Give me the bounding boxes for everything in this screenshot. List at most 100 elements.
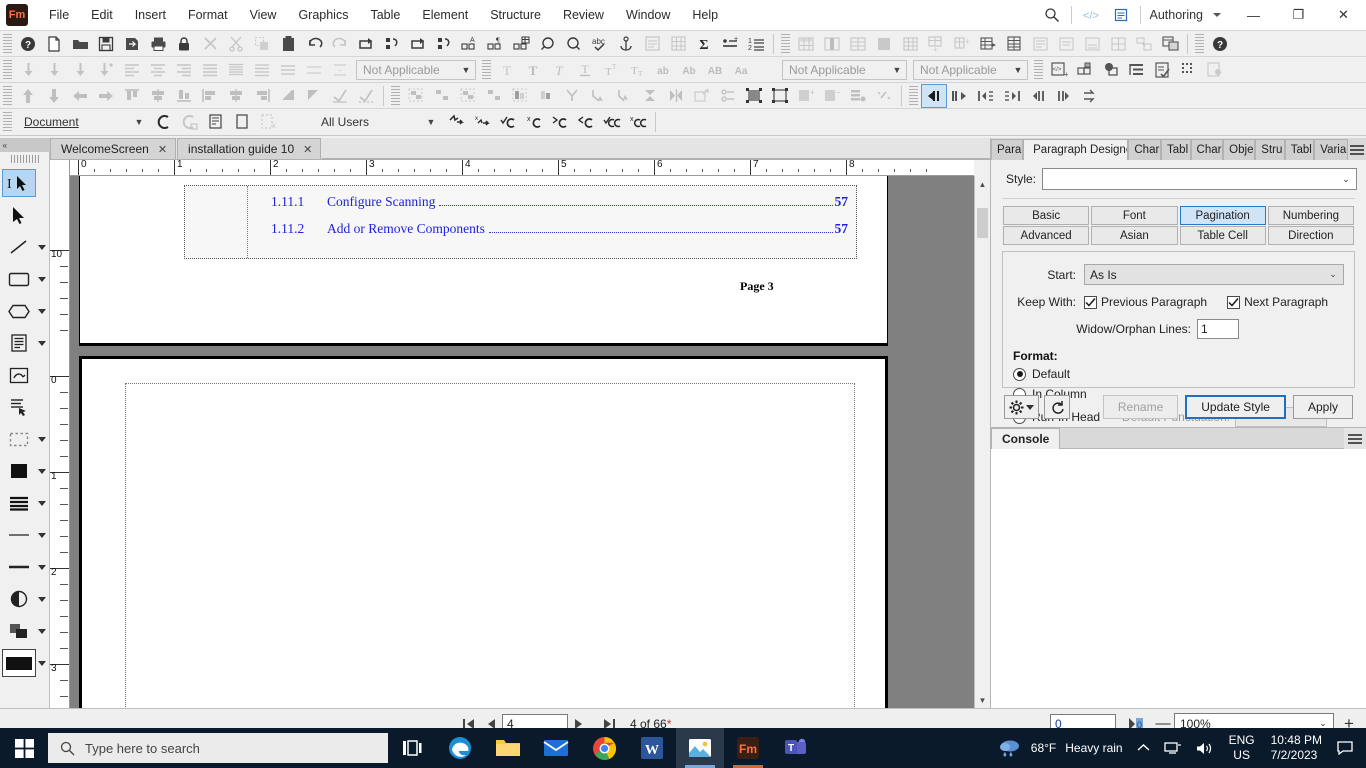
menu-review[interactable]: Review bbox=[552, 3, 615, 27]
start-button[interactable] bbox=[0, 728, 48, 768]
polygon-tool[interactable] bbox=[2, 297, 36, 325]
scroll-track[interactable] bbox=[975, 192, 990, 692]
scroll-thumb[interactable] bbox=[977, 208, 988, 238]
open-icon[interactable] bbox=[67, 32, 93, 56]
scroll-down-button[interactable]: ▼ bbox=[975, 692, 990, 708]
insert-pilcrow-icon[interactable]: ¶ bbox=[483, 32, 509, 56]
polygon-tool-menu[interactable] bbox=[36, 297, 48, 325]
line-style-tool[interactable] bbox=[2, 585, 36, 613]
new-document-icon[interactable] bbox=[41, 32, 67, 56]
toolbar-grip[interactable] bbox=[3, 85, 12, 106]
taskbar-word-icon[interactable]: W bbox=[628, 728, 676, 768]
widow-orphan-input[interactable]: 1 bbox=[1197, 319, 1239, 339]
document-vertical-scrollbar[interactable]: ▲ ▼ bbox=[974, 176, 990, 708]
track-changes-icon[interactable] bbox=[151, 110, 177, 134]
pod-tab-table-catalog[interactable]: Tabl bbox=[1161, 139, 1191, 160]
line-width-thick-tool[interactable] bbox=[2, 553, 36, 581]
insert-shape-icon[interactable] bbox=[1098, 58, 1124, 82]
volume-icon[interactable] bbox=[1189, 728, 1221, 768]
freehand-tool[interactable] bbox=[2, 361, 36, 389]
next-change-icon[interactable] bbox=[443, 110, 469, 134]
line-width-thin-menu[interactable] bbox=[36, 521, 48, 549]
document-canvas[interactable]: 1.11.1 Configure Scanning 57 1.11.2 Add … bbox=[70, 176, 974, 708]
refresh-icon[interactable] bbox=[379, 32, 405, 56]
taskbar-mail-icon[interactable] bbox=[532, 728, 580, 768]
chevron-down-icon[interactable]: ⌄ bbox=[1338, 174, 1354, 185]
console-tab[interactable]: Console bbox=[991, 428, 1061, 449]
insert-anchor-a-icon[interactable]: A bbox=[457, 32, 483, 56]
undo-icon[interactable] bbox=[301, 32, 327, 56]
taskbar-photos-icon[interactable] bbox=[676, 728, 724, 768]
style-select[interactable]: ⌄ bbox=[1042, 168, 1357, 190]
radio-button[interactable] bbox=[1013, 367, 1026, 381]
line-tool-menu[interactable] bbox=[36, 233, 48, 261]
users-combo[interactable]: All Users ▼ bbox=[315, 112, 440, 132]
pod-tab-character-designer[interactable]: Char bbox=[1190, 139, 1224, 160]
previous-comment-icon[interactable] bbox=[573, 110, 599, 134]
fill-color-menu[interactable] bbox=[36, 457, 48, 485]
tab-table-cell[interactable]: Table Cell bbox=[1179, 226, 1266, 245]
bidi-override-icon[interactable] bbox=[1077, 84, 1103, 108]
indent-left-icon[interactable] bbox=[973, 84, 999, 108]
redo-arrow-2-icon[interactable] bbox=[405, 32, 431, 56]
menu-window[interactable]: Window bbox=[615, 3, 681, 27]
insert-code-icon[interactable]: </> + bbox=[1046, 58, 1072, 82]
extra-style-combo[interactable]: Not Applicable ▼ bbox=[913, 59, 1028, 80]
rectangle-tool[interactable] bbox=[2, 265, 36, 293]
options-gear-button[interactable] bbox=[1004, 395, 1039, 419]
tab-numbering[interactable]: Numbering bbox=[1267, 206, 1354, 225]
line-style-menu[interactable] bbox=[36, 585, 48, 613]
color-swatch-tool[interactable] bbox=[1, 649, 36, 677]
task-view-button[interactable] bbox=[388, 728, 436, 768]
menu-insert[interactable]: Insert bbox=[124, 3, 177, 27]
workspace-label[interactable]: Authoring bbox=[1145, 8, 1207, 22]
frame-icon[interactable] bbox=[767, 84, 793, 108]
tab-welcomescreen[interactable]: WelcomeScreen ✕ bbox=[50, 138, 177, 159]
dashed-border-tool[interactable] bbox=[2, 425, 36, 453]
format-option-default[interactable]: Default bbox=[1013, 367, 1344, 381]
toolbar-grip[interactable] bbox=[1034, 59, 1043, 80]
redo-arrow-icon[interactable] bbox=[353, 32, 379, 56]
overlap-menu[interactable] bbox=[36, 617, 48, 645]
save-as-icon[interactable] bbox=[119, 32, 145, 56]
table-catalog-icon[interactable] bbox=[1157, 32, 1183, 56]
find-next-icon[interactable] bbox=[561, 32, 587, 56]
menu-format[interactable]: Format bbox=[177, 3, 239, 27]
rectangle-tool-menu[interactable] bbox=[36, 265, 48, 293]
review-document-icon[interactable] bbox=[203, 110, 229, 134]
chevron-down-icon[interactable]: ▼ bbox=[424, 117, 438, 127]
chevron-down-icon[interactable]: ⌄ bbox=[1325, 269, 1341, 280]
pod-tab-character-catalog[interactable]: Char bbox=[1128, 139, 1162, 160]
color-swatch-menu[interactable] bbox=[36, 649, 48, 677]
taskbar-teams-icon[interactable]: T bbox=[772, 728, 820, 768]
accept-change-icon[interactable] bbox=[495, 110, 521, 134]
text-direction-left-icon[interactable] bbox=[1025, 84, 1051, 108]
toolbar-grip[interactable] bbox=[3, 59, 12, 80]
code-view-icon[interactable]: </> bbox=[1076, 0, 1106, 31]
spellcheck-icon[interactable]: abc bbox=[587, 32, 613, 56]
chevron-down-icon[interactable] bbox=[1213, 13, 1221, 17]
line-width-thick-menu[interactable] bbox=[36, 553, 48, 581]
paste-icon[interactable] bbox=[275, 32, 301, 56]
ltr-direction-icon[interactable] bbox=[921, 83, 947, 108]
menu-structure[interactable]: Structure bbox=[479, 3, 552, 27]
menu-element[interactable]: Element bbox=[411, 3, 479, 27]
overlap-tool[interactable] bbox=[2, 617, 36, 645]
palette-collapse-button[interactable]: « bbox=[0, 138, 50, 152]
taskbar-chrome-icon[interactable] bbox=[580, 728, 628, 768]
checkbox-box[interactable] bbox=[1227, 295, 1241, 309]
menu-graphics[interactable]: Graphics bbox=[287, 3, 359, 27]
menu-edit[interactable]: Edit bbox=[80, 3, 124, 27]
pod-menu-icon[interactable] bbox=[1348, 139, 1366, 160]
insert-table-icon[interactable] bbox=[509, 32, 535, 56]
toolbar-grip[interactable] bbox=[1195, 33, 1204, 54]
structure-tree-icon[interactable] bbox=[1124, 58, 1150, 82]
save-icon[interactable] bbox=[93, 32, 119, 56]
new-review-page-icon[interactable] bbox=[229, 110, 255, 134]
dotted-grid-icon[interactable] bbox=[1176, 58, 1202, 82]
insert-object-icon[interactable] bbox=[1072, 58, 1098, 82]
tab-basic[interactable]: Basic bbox=[1003, 206, 1090, 225]
toolbar-grip[interactable] bbox=[781, 33, 790, 54]
taskbar-file-explorer-icon[interactable] bbox=[484, 728, 532, 768]
taskbar-framemaker-icon[interactable]: Fm bbox=[724, 728, 772, 768]
